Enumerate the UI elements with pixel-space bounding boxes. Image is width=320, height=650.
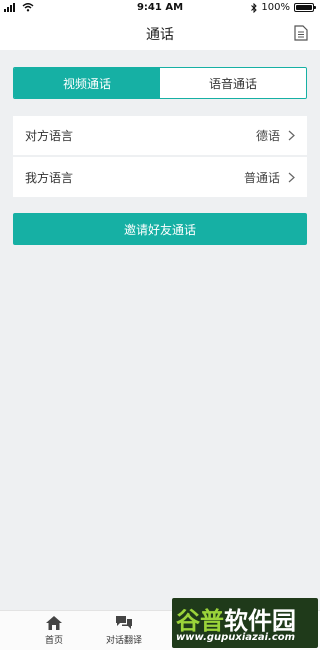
tab-home-label: 首页 bbox=[44, 636, 63, 646]
tab-home[interactable]: 首页 bbox=[24, 615, 84, 646]
invite-friend-call-button[interactable]: 邀请好友通话 bbox=[13, 213, 307, 245]
home-icon bbox=[46, 616, 62, 630]
my-language-label: 我方语言 bbox=[25, 170, 74, 185]
my-language-value: 普通话 bbox=[243, 170, 280, 185]
battery-icon bbox=[294, 3, 316, 12]
my-language-row[interactable]: 我方语言 普通话 bbox=[13, 157, 307, 197]
tab-voice-call[interactable]: 语音通话 bbox=[160, 68, 306, 98]
watermark-title: 谷普软件园 bbox=[176, 607, 296, 635]
battery-percentage: 100% bbox=[261, 2, 290, 13]
other-language-value: 德语 bbox=[255, 129, 280, 143]
watermark-url: www.gupuxiazai.com bbox=[176, 632, 296, 643]
other-language-row[interactable]: 对方语言 德语 bbox=[13, 116, 307, 156]
tab-dialogue-translation[interactable]: 对话翻译 bbox=[94, 615, 154, 646]
bluetooth-icon bbox=[251, 2, 258, 13]
chevron-right-icon bbox=[288, 172, 295, 182]
status-bar: 9:41 AM 100% bbox=[0, 0, 320, 16]
tab-video-call[interactable]: 视频通话 bbox=[14, 68, 160, 98]
chat-bubbles-icon bbox=[116, 616, 132, 629]
tab-dialogue-translation-label: 对话翻译 bbox=[105, 636, 142, 646]
nav-bar: 通话 bbox=[0, 16, 320, 50]
page-title: 通话 bbox=[146, 27, 174, 43]
other-language-label: 对方语言 bbox=[25, 129, 74, 143]
battery-level bbox=[296, 5, 312, 10]
chevron-right-icon bbox=[288, 130, 295, 141]
watermark-logo: 谷普软件园 www.gupuxiazai.com bbox=[172, 598, 318, 648]
call-type-segmented-control: 视频通话 语音通话 bbox=[13, 67, 307, 99]
document-icon[interactable] bbox=[294, 25, 308, 41]
